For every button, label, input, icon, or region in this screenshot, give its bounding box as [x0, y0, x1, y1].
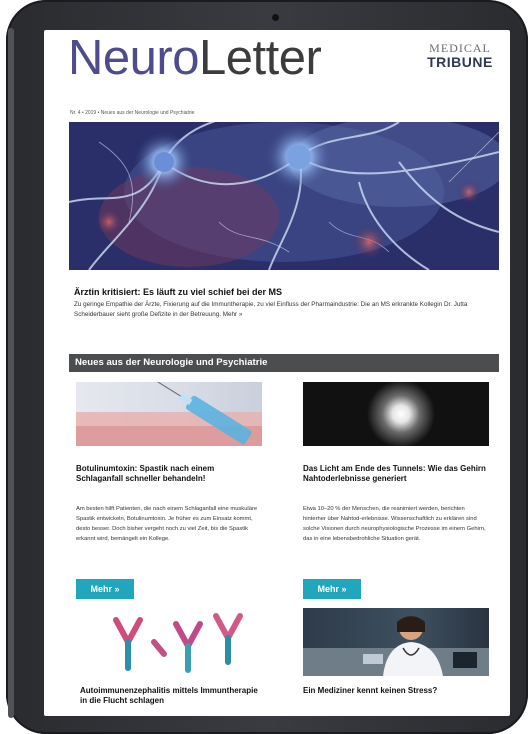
medical-tribune-logo[interactable]: MEDICAL TRIBUNE — [422, 42, 498, 69]
article1-title[interactable]: Botulinumtoxin: Spastik nach einem Schla… — [76, 464, 262, 484]
article2-text: Etwa 10–20 % der Menschen, die reanimier… — [303, 506, 486, 542]
article2-more-button[interactable]: Mehr » — [303, 579, 361, 599]
article1-text: Am besten hilft Patienten, die nach eine… — [76, 506, 258, 542]
article3-title[interactable]: Autoimmunenzephalitis mittels Immunthera… — [80, 686, 266, 706]
hero-article-title[interactable]: Ärztin kritisiert: Es läuft zu viel schi… — [74, 287, 282, 297]
syringe-illustration — [76, 382, 262, 446]
masthead-part2: Letter — [198, 31, 322, 85]
article1-image-syringe[interactable] — [76, 382, 262, 446]
doctor-illustration — [303, 616, 489, 676]
article2-title[interactable]: Das Licht am Ende des Tunnels: Wie das G… — [303, 464, 489, 484]
article3-image-antibodies[interactable] — [76, 608, 262, 676]
logo-line2: TRIBUNE — [427, 54, 493, 70]
logo-line1: MEDICAL — [429, 41, 491, 55]
antibodies-illustration — [113, 613, 243, 673]
article1-more-button[interactable]: Mehr » — [76, 579, 134, 599]
hero-article-text: Zu geringe Empathie der Ärzte, Fixierung… — [74, 301, 468, 318]
article2-image-tunnel-light[interactable] — [303, 382, 489, 446]
article4-image-stressed-doctor[interactable] — [303, 608, 489, 676]
neuron-illustration — [69, 122, 499, 270]
tablet-device: NeuroLetter MEDICAL TRIBUNE Nr. 4 • 2019… — [6, 0, 528, 734]
tablet-screen: NeuroLetter MEDICAL TRIBUNE Nr. 4 • 2019… — [44, 30, 510, 716]
section-title: Neues aus der Neurologie und Psychiatrie — [75, 357, 268, 368]
tablet-side-button — [8, 28, 14, 718]
camera-icon — [272, 14, 279, 21]
newsletter-masthead: NeuroLetter — [68, 31, 322, 85]
masthead-part1: Neuro — [68, 31, 199, 85]
issue-line: Nr. 4 • 2019 • Neues aus der Neurologie … — [70, 110, 195, 116]
article4-title[interactable]: Ein Mediziner kennt keinen Stress? — [303, 686, 489, 696]
tunnel-light-illustration — [303, 382, 489, 446]
stage: NeuroLetter MEDICAL TRIBUNE Nr. 4 • 2019… — [0, 0, 532, 734]
hero-image-neurons[interactable] — [69, 122, 499, 270]
section-header: Neues aus der Neurologie und Psychiatrie — [69, 354, 499, 372]
